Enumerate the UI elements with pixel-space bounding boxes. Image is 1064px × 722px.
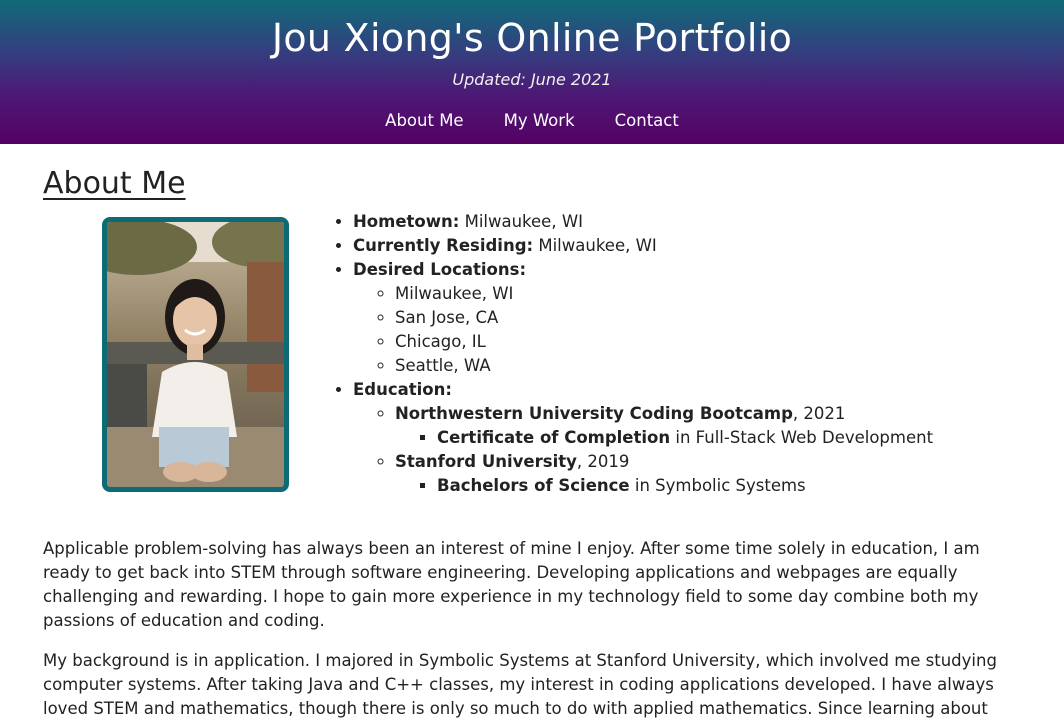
nav-my-work[interactable]: My Work — [504, 110, 575, 132]
hometown-item: Hometown: Milwaukee, WI — [353, 210, 933, 234]
location-item: Chicago, IL — [395, 330, 933, 354]
education-school: Stanford University, 2019 Bachelors of S… — [395, 450, 933, 498]
about-list: Hometown: Milwaukee, WI Currently Residi… — [333, 210, 933, 498]
about-row: Hometown: Milwaukee, WI Currently Residi… — [43, 212, 1021, 498]
location-item: Milwaukee, WI — [395, 282, 933, 306]
main-nav: About Me My Work Contact — [0, 110, 1064, 132]
about-paragraph: Applicable problem-solving has always be… — [43, 539, 980, 630]
about-heading: About Me — [43, 166, 186, 201]
desired-locations-item: Desired Locations: Milwaukee, WI San Jos… — [353, 258, 933, 378]
education-item: Education: Northwestern University Codin… — [353, 378, 933, 498]
main-content: About Me • Hometown: Milwaukee, WI • Cur… — [0, 144, 1064, 721]
residing-item: Currently Residing: Milwaukee, WI — [353, 234, 933, 258]
desired-locations-list: Milwaukee, WI San Jose, CA Chicago, IL S… — [353, 282, 933, 378]
location-item: Seattle, WA — [395, 354, 933, 378]
site-title: Jou Xiong's Online Portfolio — [271, 16, 793, 60]
about-paragraph: My background is in application. I major… — [43, 651, 997, 718]
education-credential: Certificate of Completion in Full-Stack … — [437, 426, 933, 450]
updated-date: Updated: June 2021 — [452, 70, 612, 89]
education-school: Northwestern University Coding Bootcamp,… — [395, 402, 933, 450]
location-item: San Jose, CA — [395, 306, 933, 330]
education-list: Northwestern University Coding Bootcamp,… — [353, 402, 933, 498]
education-credential: Bachelors of Science in Symbolic Systems — [437, 474, 933, 498]
site-header: Jou Xiong's Online Portfolio Updated: Ju… — [0, 0, 1064, 144]
nav-about-me[interactable]: About Me — [385, 110, 463, 132]
nav-contact[interactable]: Contact — [615, 110, 679, 132]
profile-photo — [102, 217, 289, 492]
about-details: Hometown: Milwaukee, WI Currently Residi… — [333, 210, 933, 498]
